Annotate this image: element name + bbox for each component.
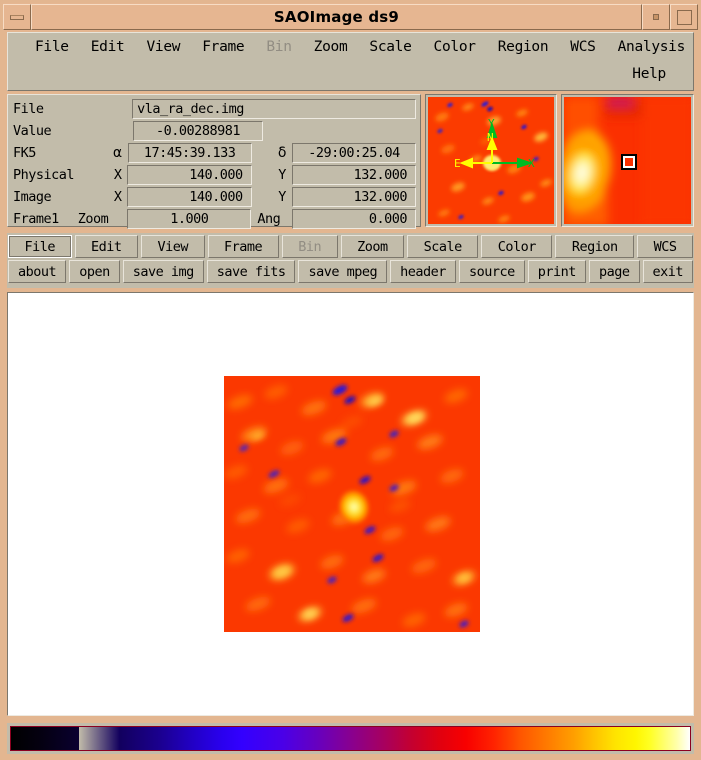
menu-color[interactable]: Color [423, 37, 487, 57]
minimize-button[interactable] [3, 4, 31, 30]
button-wcs[interactable]: WCS [637, 235, 694, 258]
colorbar[interactable] [10, 726, 691, 751]
pixel-value[interactable]: -0.00288981 [133, 120, 263, 141]
angle-value[interactable]: 0.000 [291, 208, 416, 229]
panner-compass-e-label: E [454, 157, 461, 170]
alpha-label: α [112, 144, 122, 161]
alpha-value[interactable]: 17:45:39.133 [127, 142, 252, 163]
info-row-frame: Frame1 Zoom 1.000 Ang 0.000 [13, 208, 416, 229]
magnifier-widget[interactable] [561, 94, 694, 227]
delta-value[interactable]: -29:00:25.04 [291, 142, 416, 163]
image-y-label: Y [278, 188, 286, 205]
button-color[interactable]: Color [481, 235, 553, 258]
button-save-mpeg[interactable]: save mpeg [298, 260, 388, 283]
titlebar-button-group [642, 3, 698, 31]
menubar: File Edit View Frame Bin Zoom Scale Colo… [7, 32, 694, 91]
frame-label: Frame1 [13, 210, 59, 227]
image-label: Image [13, 188, 52, 205]
zoom-value[interactable]: 1.000 [127, 208, 252, 229]
magnifier-view[interactable] [564, 97, 691, 224]
file-value[interactable]: vla_ra_dec.img [132, 98, 416, 119]
frame1-image[interactable] [224, 376, 480, 632]
menu-region[interactable]: Region [487, 37, 560, 57]
maximize-icon [676, 9, 692, 25]
button-save-fits[interactable]: save fits [206, 260, 296, 283]
physical-y-label: Y [278, 166, 286, 183]
panner-compass-n-label: N [487, 131, 494, 144]
shade-icon [653, 14, 659, 20]
button-frame[interactable]: Frame [207, 235, 279, 258]
button-view[interactable]: View [141, 235, 205, 258]
colorbar-panel [7, 723, 694, 754]
panner-axis-x-label: X [528, 157, 535, 170]
button-source[interactable]: source [458, 260, 525, 283]
menu-view[interactable]: View [135, 37, 191, 57]
info-row-value: Value -0.00288981 [13, 120, 416, 141]
info-row-image: Image X 140.000 Y 132.000 [13, 186, 417, 207]
image-x-label: X [113, 188, 122, 205]
button-zoom[interactable]: Zoom [340, 235, 405, 258]
menu-zoom[interactable]: Zoom [303, 37, 359, 57]
image-x-value[interactable]: 140.000 [127, 186, 252, 207]
wcs-system-label: FK5 [13, 144, 36, 161]
panner-canvas[interactable]: Y X N E [428, 97, 554, 224]
magnifier-canvas[interactable] [564, 97, 691, 224]
window-titlebar: SAOImage ds9 [3, 3, 698, 31]
ds9-main-window: SAOImage ds9 File Edit View Frame Bin Zo… [0, 0, 701, 760]
button-print[interactable]: print [527, 260, 586, 283]
button-page[interactable]: page [588, 260, 640, 283]
button-about[interactable]: about [8, 260, 67, 283]
menu-wcs[interactable]: WCS [559, 37, 606, 57]
physical-x-label: X [113, 166, 122, 183]
button-bar: File Edit View Frame Bin Zoom Scale Colo… [7, 233, 694, 288]
angle-label: Ang [257, 210, 281, 227]
panner-widget[interactable]: Y X N E [425, 94, 557, 227]
image-y-value[interactable]: 132.000 [291, 186, 417, 207]
button-edit[interactable]: Edit [74, 235, 139, 258]
file-label: File [13, 100, 44, 117]
value-label: Value [13, 122, 52, 139]
image-display-canvas[interactable] [7, 292, 694, 716]
physical-x-value[interactable]: 140.000 [127, 164, 252, 185]
button-region[interactable]: Region [555, 235, 635, 258]
minimize-icon [10, 14, 24, 20]
window-title: SAOImage ds9 [31, 4, 642, 30]
physical-y-value[interactable]: 132.000 [291, 164, 417, 185]
menu-frame[interactable]: Frame [191, 37, 255, 57]
shade-button[interactable] [642, 4, 670, 30]
delta-label: δ [277, 144, 287, 161]
maximize-button[interactable] [670, 4, 698, 30]
zoom-label: Zoom [77, 210, 109, 227]
button-open[interactable]: open [69, 260, 120, 283]
menu-help[interactable]: Help [621, 64, 677, 84]
vla-radio-image[interactable] [224, 376, 480, 632]
button-header[interactable]: header [390, 260, 456, 283]
menubar-items: File Edit View Frame Bin Zoom Scale Colo… [8, 33, 693, 61]
menu-analysis[interactable]: Analysis [607, 37, 696, 57]
menu-button-row: File Edit View Frame Bin Zoom Scale Colo… [7, 233, 694, 259]
info-row-file: File vla_ra_dec.img [13, 98, 416, 119]
button-exit[interactable]: exit [642, 260, 694, 283]
menu-scale[interactable]: Scale [358, 37, 422, 57]
info-panel: File vla_ra_dec.img Value -0.00288981 FK… [7, 94, 421, 229]
file-button-row: about open save img save fits save mpeg … [7, 259, 694, 285]
button-save-img[interactable]: save img [122, 260, 204, 283]
button-scale[interactable]: Scale [407, 235, 479, 258]
menu-bin: Bin [266, 39, 292, 55]
panner-thumbnail[interactable]: Y X N E [428, 97, 554, 224]
panner-axis-y-label: Y [488, 117, 495, 130]
button-file[interactable]: File [8, 235, 72, 258]
info-row-wcs: FK5 α 17:45:39.133 δ -29:00:25.04 [13, 142, 416, 163]
button-bin: Bin [281, 235, 338, 258]
menu-edit[interactable]: Edit [80, 37, 136, 57]
info-row-physical: Physical X 140.000 Y 132.000 [13, 164, 417, 185]
menubar-help-row: Help [8, 61, 693, 87]
physical-label: Physical [13, 166, 75, 183]
menu-file[interactable]: File [24, 37, 80, 57]
